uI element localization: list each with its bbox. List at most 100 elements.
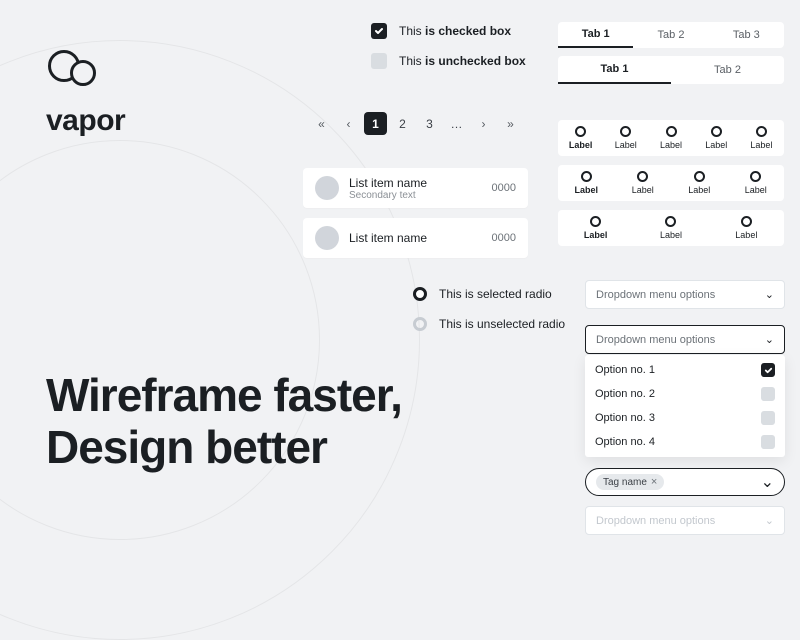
brand-name: vapor — [46, 104, 125, 138]
radio-label: Label — [615, 140, 637, 150]
radio-label: Label — [735, 230, 757, 240]
page-first-icon[interactable]: « — [310, 112, 333, 135]
option-label: Option no. 3 — [595, 412, 655, 424]
checkbox-empty-icon — [761, 387, 775, 401]
page-prev-icon[interactable]: ‹ — [337, 112, 360, 135]
label-prefix: This — [399, 24, 425, 38]
checkbox-empty-icon — [761, 435, 775, 449]
radio-cell[interactable]: Label — [671, 171, 728, 195]
dropdown-option-1[interactable]: Option no. 1 — [585, 358, 785, 382]
tab-1[interactable]: Tab 1 — [558, 22, 633, 48]
chevron-down-icon: ⌄ — [765, 333, 774, 346]
radio-label: Label — [660, 230, 682, 240]
hero-line-2: Design better — [46, 421, 327, 473]
radio-cell[interactable]: Label — [558, 126, 603, 150]
chevron-down-icon: ⌄ — [765, 514, 774, 527]
label-bold: is checked box — [425, 24, 511, 38]
checkbox-checked-label: This is checked box — [399, 24, 511, 38]
radio-grid-3: Label Label Label — [558, 210, 784, 246]
checkbox-checked-icon[interactable] — [371, 23, 387, 39]
radio-cell[interactable]: Label — [709, 216, 784, 240]
checkbox-checked-icon — [761, 363, 775, 377]
hero-line-1: Wireframe faster, — [46, 369, 402, 421]
radio-label: Label — [569, 140, 593, 150]
list-item-number: 0000 — [492, 232, 516, 244]
tab-group-3: Tab 1 Tab 2 Tab 3 — [558, 22, 784, 48]
option-label: Option no. 2 — [595, 388, 655, 400]
radio-label: Label — [574, 185, 598, 195]
tab-2[interactable]: Tab 2 — [671, 56, 784, 84]
page-1[interactable]: 1 — [364, 112, 387, 135]
tab-3[interactable]: Tab 3 — [709, 22, 784, 48]
radio-unselected-label: This is unselected radio — [439, 317, 565, 331]
radio-label: Label — [584, 230, 608, 240]
hero-heading: Wireframe faster,Design better — [46, 370, 402, 474]
radio-grid-5: Label Label Label Label Label — [558, 120, 784, 156]
radio-cell[interactable]: Label — [728, 171, 785, 195]
radio-label: Label — [750, 140, 772, 150]
radio-selected-label: This is selected radio — [439, 287, 552, 301]
radio-cell[interactable]: Label — [558, 216, 633, 240]
logo — [48, 50, 108, 90]
radio-cell[interactable]: Label — [558, 171, 615, 195]
tag-label: Tag name — [603, 477, 647, 488]
radio-cell[interactable]: Label — [694, 126, 739, 150]
radio-label: Label — [632, 185, 654, 195]
checkbox-unchecked-icon[interactable] — [371, 53, 387, 69]
radio-unselected-icon[interactable] — [413, 317, 427, 331]
pagination: « ‹ 1 2 3 … › » — [310, 112, 522, 135]
radio-selected-row[interactable]: This is selected radio — [413, 287, 552, 301]
close-icon[interactable]: × — [651, 476, 657, 488]
page-3[interactable]: 3 — [418, 112, 441, 135]
page-next-icon[interactable]: › — [472, 112, 495, 135]
list-item-name: List item name — [349, 231, 492, 245]
radio-label: Label — [705, 140, 727, 150]
dropdown-placeholder: Dropdown menu options — [596, 515, 715, 527]
checkbox-checked-row[interactable]: This is checked box — [371, 23, 511, 39]
dropdown-option-3[interactable]: Option no. 3 — [585, 406, 785, 430]
dropdown-placeholder: Dropdown menu options — [596, 334, 715, 346]
chevron-down-icon: ⌄ — [761, 472, 774, 492]
dropdown-panel: Option no. 1 Option no. 2 Option no. 3 O… — [585, 355, 785, 457]
dropdown-open[interactable]: Dropdown menu options ⌄ — [585, 325, 785, 354]
radio-cell[interactable]: Label — [739, 126, 784, 150]
avatar — [315, 226, 339, 250]
radio-label: Label — [688, 185, 710, 195]
page-last-icon[interactable]: » — [499, 112, 522, 135]
list-item-2[interactable]: List item name 0000 — [303, 218, 528, 258]
dropdown-option-4[interactable]: Option no. 4 — [585, 430, 785, 454]
option-label: Option no. 1 — [595, 364, 655, 376]
radio-label: Label — [660, 140, 682, 150]
tag-chip[interactable]: Tag name × — [596, 474, 664, 490]
checkbox-unchecked-row[interactable]: This is unchecked box — [371, 53, 526, 69]
radio-cell[interactable]: Label — [648, 126, 693, 150]
dropdown-option-2[interactable]: Option no. 2 — [585, 382, 785, 406]
radio-cell[interactable]: Label — [633, 216, 708, 240]
dropdown-disabled[interactable]: Dropdown menu options ⌄ — [585, 506, 785, 535]
page-2[interactable]: 2 — [391, 112, 414, 135]
label-bold: is unchecked box — [425, 54, 526, 68]
radio-label: Label — [745, 185, 767, 195]
list-item-1[interactable]: List item name Secondary text 0000 — [303, 168, 528, 208]
page-ellipsis: … — [445, 112, 468, 135]
radio-unselected-row[interactable]: This is unselected radio — [413, 317, 565, 331]
tag-dropdown[interactable]: Tag name × ⌄ — [585, 468, 785, 496]
logo-mark — [48, 50, 108, 90]
checkbox-unchecked-label: This is unchecked box — [399, 54, 526, 68]
option-label: Option no. 4 — [595, 436, 655, 448]
chevron-down-icon: ⌄ — [765, 288, 774, 301]
radio-cell[interactable]: Label — [603, 126, 648, 150]
radio-selected-icon[interactable] — [413, 287, 427, 301]
tab-2[interactable]: Tab 2 — [633, 22, 708, 48]
label-prefix: This — [399, 54, 425, 68]
avatar — [315, 176, 339, 200]
tab-group-2: Tab 1 Tab 2 — [558, 56, 784, 84]
list-item-secondary: Secondary text — [349, 190, 492, 201]
dropdown-closed[interactable]: Dropdown menu options ⌄ — [585, 280, 785, 309]
list-item-name: List item name — [349, 176, 492, 190]
checkbox-empty-icon — [761, 411, 775, 425]
tab-1[interactable]: Tab 1 — [558, 56, 671, 84]
radio-cell[interactable]: Label — [615, 171, 672, 195]
dropdown-placeholder: Dropdown menu options — [596, 289, 715, 301]
radio-grid-4: Label Label Label Label — [558, 165, 784, 201]
